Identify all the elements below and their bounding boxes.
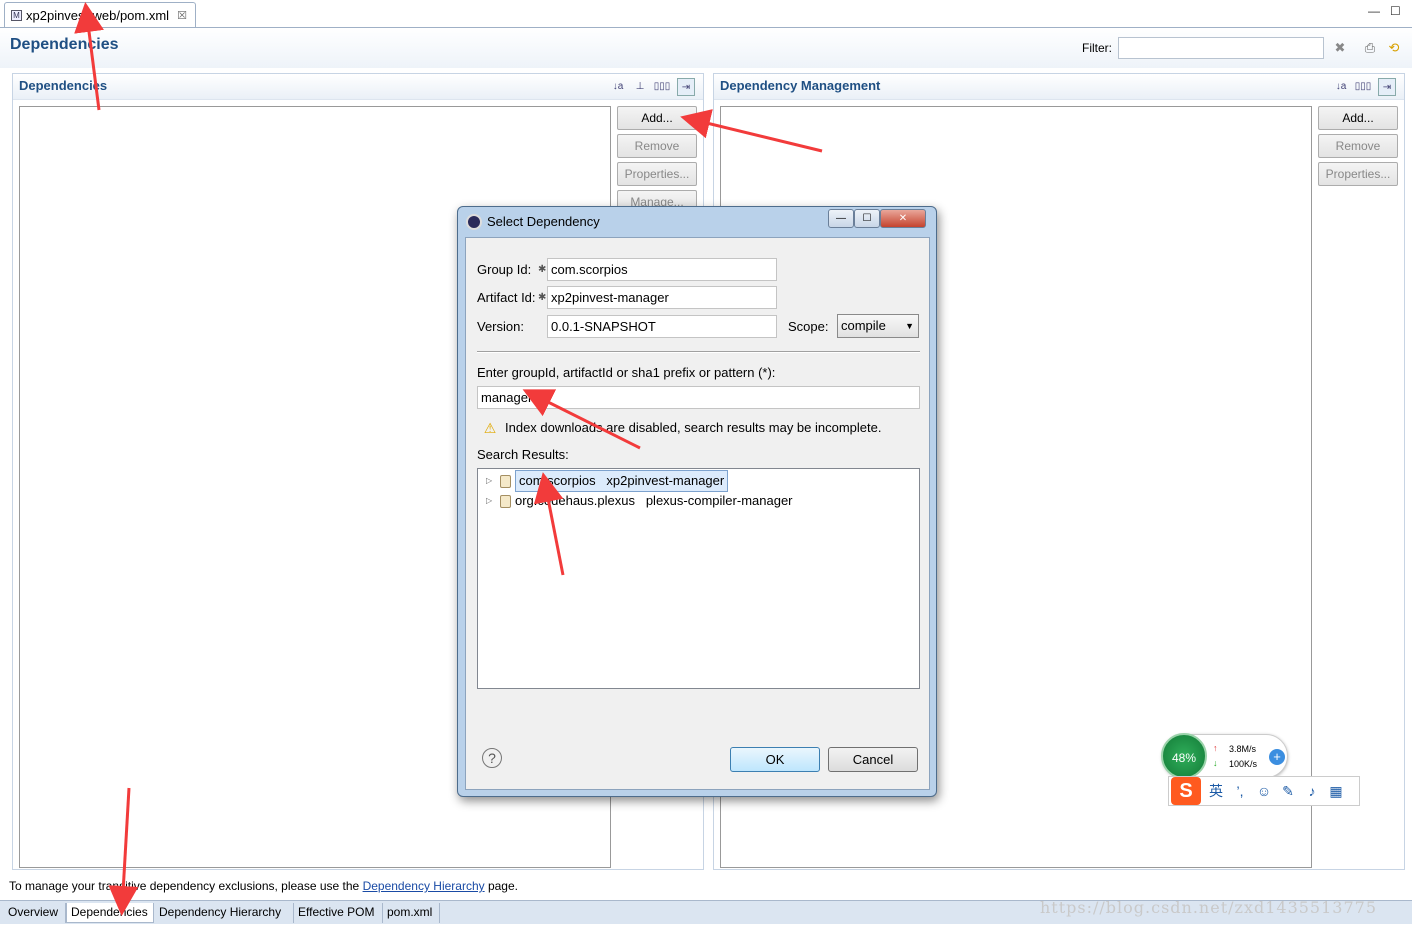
dependencies-remove-button[interactable]: Remove bbox=[617, 134, 697, 158]
management-section-header: Dependency Management ↓a ▯▯▯ ⇥ bbox=[714, 74, 1404, 100]
grid-icon[interactable]: ▦ bbox=[1327, 783, 1345, 800]
refresh-icon[interactable]: ⟲ bbox=[1386, 40, 1402, 56]
tab-pom-xml[interactable]: pom.xml bbox=[383, 903, 440, 923]
result-text: com.scorpios xp2pinvest-manager bbox=[515, 470, 729, 492]
artifact-id-label: Artifact Id: bbox=[477, 290, 536, 305]
info-prefix: To manage your transitive dependency exc… bbox=[9, 879, 363, 893]
dependencies-add-button[interactable]: Add... bbox=[617, 106, 697, 130]
editor-tab-label: xp2pinvest-web/pom.xml bbox=[26, 8, 170, 23]
tab-dependency-hierarchy[interactable]: Dependency Hierarchy bbox=[155, 903, 294, 923]
jar-icon bbox=[500, 494, 511, 508]
add-icon[interactable]: + bbox=[1269, 749, 1285, 765]
ime-lang-toggle[interactable]: 英 bbox=[1207, 781, 1225, 801]
management-remove-button[interactable]: Remove bbox=[1318, 134, 1398, 158]
link-icon[interactable]: ⇥ bbox=[677, 78, 695, 96]
tab-overview[interactable]: Overview bbox=[4, 903, 66, 923]
search-label: Enter groupId, artifactId or sha1 prefix… bbox=[477, 365, 776, 380]
sort-icon[interactable]: ↓a bbox=[609, 78, 627, 96]
upload-speed: 3.8M/s bbox=[1229, 744, 1257, 754]
dependencies-section-header: Dependencies ↓a ⊥ ▯▯▯ ⇥ bbox=[13, 74, 703, 100]
editor-tab-pom[interactable]: M xp2pinvest-web/pom.xml ☒ bbox=[4, 2, 196, 28]
version-field[interactable]: 0.0.1-SNAPSHOT bbox=[547, 315, 777, 338]
group-id-field[interactable]: com.scorpios bbox=[547, 258, 777, 281]
download-arrow-icon: ↓ bbox=[1213, 758, 1218, 768]
expand-icon[interactable]: ▷ bbox=[486, 491, 496, 511]
jar-icon bbox=[500, 474, 511, 488]
filter-label: Filter: bbox=[1082, 41, 1112, 55]
page-title: Dependencies bbox=[10, 36, 119, 53]
sogou-logo[interactable]: S bbox=[1171, 777, 1201, 805]
scope-label: Scope: bbox=[788, 319, 829, 334]
close-tab-icon[interactable]: ☒ bbox=[177, 9, 187, 22]
sort-icon[interactable]: ↓a bbox=[1332, 78, 1350, 96]
tab-dependencies[interactable]: Dependencies bbox=[66, 903, 154, 923]
emoji-icon[interactable]: ☺ bbox=[1255, 783, 1273, 799]
warning-text: Index downloads are disabled, search res… bbox=[505, 420, 882, 435]
cancel-button[interactable]: Cancel bbox=[828, 747, 918, 772]
maven-file-icon: M bbox=[11, 10, 22, 21]
group-id-label: Group Id: bbox=[477, 262, 532, 277]
save-icon[interactable]: ⎙ bbox=[1362, 40, 1378, 56]
ime-toolbar: S 英 ’, ☺ ✎ ♪ ▦ bbox=[1168, 776, 1360, 806]
required-marker: ✱ bbox=[538, 292, 547, 303]
maximize-icon[interactable]: ☐ bbox=[1390, 4, 1401, 18]
result-text: org.codehaus.plexus plexus-compiler-mana… bbox=[515, 491, 793, 511]
management-properties-button[interactable]: Properties... bbox=[1318, 162, 1398, 186]
help-icon[interactable]: ? bbox=[482, 748, 502, 768]
watermark: https://blog.csdn.net/zxd1435513775 bbox=[1040, 898, 1377, 917]
separator bbox=[477, 351, 920, 353]
select-dependency-dialog: Select Dependency — ☐ ✕ Group Id: ✱ com.… bbox=[457, 206, 937, 797]
minimize-icon[interactable]: — bbox=[1368, 4, 1380, 18]
columns-icon[interactable]: ▯▯▯ bbox=[1354, 78, 1372, 96]
dialog-body: Group Id: ✱ com.scorpios Artifact Id: ✱ … bbox=[465, 237, 930, 790]
eclipse-icon bbox=[466, 214, 482, 230]
microphone-icon[interactable]: ♪ bbox=[1303, 783, 1321, 799]
artifact-id-field[interactable]: xp2pinvest-manager bbox=[547, 286, 777, 309]
columns-icon[interactable]: ▯▯▯ bbox=[653, 78, 671, 96]
dialog-title: Select Dependency bbox=[487, 214, 600, 229]
dependency-hierarchy-link[interactable]: Dependency Hierarchy bbox=[363, 879, 485, 893]
search-results-tree[interactable]: ▷ com.scorpios xp2pinvest-manager ▷ org.… bbox=[477, 468, 920, 689]
management-title: Dependency Management bbox=[720, 78, 881, 93]
link-icon[interactable]: ⇥ bbox=[1378, 78, 1396, 96]
ok-button[interactable]: OK bbox=[730, 747, 820, 772]
warning-icon: ⚠ bbox=[483, 420, 497, 436]
dependencies-title: Dependencies bbox=[19, 78, 108, 93]
punctuation-icon[interactable]: ’, bbox=[1231, 783, 1249, 799]
upload-arrow-icon: ↑ bbox=[1213, 743, 1218, 753]
dialog-minimize-button[interactable]: — bbox=[828, 209, 854, 228]
search-results-label: Search Results: bbox=[477, 447, 569, 462]
result-row[interactable]: ▷ com.scorpios xp2pinvest-manager bbox=[486, 470, 729, 492]
result-artifact: plexus-compiler-manager bbox=[645, 493, 793, 508]
dependencies-properties-button[interactable]: Properties... bbox=[617, 162, 697, 186]
version-label: Version: bbox=[477, 319, 524, 334]
network-percent: 48% bbox=[1161, 733, 1207, 779]
result-row[interactable]: ▷ org.codehaus.plexus plexus-compiler-ma… bbox=[486, 491, 793, 511]
clear-filter-icon[interactable]: ✖ bbox=[1332, 40, 1348, 56]
result-artifact: xp2pinvest-manager bbox=[606, 473, 725, 488]
search-input[interactable]: manager bbox=[477, 386, 920, 409]
filter-input[interactable] bbox=[1118, 37, 1324, 59]
info-text: To manage your transitive dependency exc… bbox=[9, 879, 518, 893]
result-group: com.scorpios bbox=[519, 473, 596, 488]
management-add-button[interactable]: Add... bbox=[1318, 106, 1398, 130]
show-groupid-icon[interactable]: ⊥ bbox=[631, 78, 649, 96]
info-suffix: page. bbox=[484, 879, 518, 893]
required-marker: ✱ bbox=[538, 264, 547, 275]
scope-select[interactable]: compile ▼ bbox=[837, 314, 919, 338]
pen-icon[interactable]: ✎ bbox=[1279, 783, 1297, 800]
expand-icon[interactable]: ▷ bbox=[486, 471, 496, 491]
download-speed: 100K/s bbox=[1229, 759, 1258, 769]
chevron-down-icon: ▼ bbox=[905, 321, 914, 331]
result-group: org.codehaus.plexus bbox=[515, 493, 635, 508]
dialog-close-button[interactable]: ✕ bbox=[880, 209, 926, 228]
scope-value: compile bbox=[841, 318, 886, 333]
tab-effective-pom[interactable]: Effective POM bbox=[294, 903, 383, 923]
network-speed-widget[interactable]: 48% ↑ 3.8M/s ↓ 100K/s + bbox=[1161, 733, 1288, 779]
dialog-maximize-button[interactable]: ☐ bbox=[854, 209, 880, 228]
